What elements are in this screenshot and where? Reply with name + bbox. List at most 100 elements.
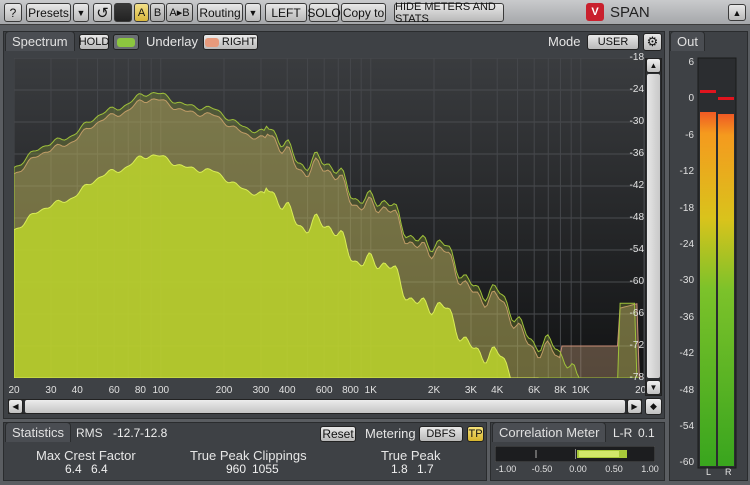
true-peak-toggle[interactable]: TP xyxy=(467,426,484,442)
underlay-color-icon xyxy=(204,37,219,47)
scroll-down-button[interactable]: ▼ xyxy=(646,380,661,395)
x-tick-label: 20 xyxy=(8,385,20,396)
chevron-down-icon: ▼ xyxy=(248,7,258,18)
level-meter-svg xyxy=(697,57,737,469)
hold-color-swatch[interactable] xyxy=(113,34,139,50)
chevron-down-icon: ▼ xyxy=(76,7,86,18)
clippings-left-value: 960 xyxy=(226,462,247,476)
correlation-pair-label: L-R xyxy=(613,426,633,440)
crest-left-value: 6.4 xyxy=(65,462,82,476)
routing-dropdown-button[interactable]: ▼ xyxy=(245,3,261,22)
help-icon: ? xyxy=(9,5,17,20)
scroll-up-button[interactable]: ▲ xyxy=(646,58,661,73)
x-tick-label: 60 xyxy=(108,385,120,396)
zoom-reset-button[interactable]: ◆ xyxy=(645,398,662,415)
solo-button[interactable]: SOLO xyxy=(307,3,341,22)
horizontal-scroll-thumb[interactable] xyxy=(25,400,625,413)
out-tick-label: -24 xyxy=(679,239,694,250)
y-tick-label: -30 xyxy=(629,116,644,127)
undo-icon: ↺ xyxy=(96,4,109,22)
underlay-right-button[interactable]: RIGHT xyxy=(203,34,258,50)
vertical-scroll-thumb[interactable] xyxy=(647,74,660,378)
presets-button[interactable]: Presets xyxy=(26,3,71,22)
out-tick-label: -6 xyxy=(685,129,694,141)
right-meter-bar xyxy=(718,114,734,466)
y-tick-label: -78 xyxy=(629,372,644,383)
spectrum-svg xyxy=(14,58,644,378)
correlation-tick-label: -1.00 xyxy=(495,464,517,474)
arrow-up-icon: ▲ xyxy=(649,61,658,70)
x-tick-label: 300 xyxy=(252,385,270,396)
help-button[interactable]: ? xyxy=(4,3,22,22)
y-tick-label: -42 xyxy=(629,180,644,191)
gear-icon: ⚙ xyxy=(646,34,659,49)
correlation-tick-label: -0.50 xyxy=(531,464,553,474)
x-tick-label: 2K xyxy=(427,385,441,396)
right-channel-label: R xyxy=(725,467,732,477)
correlation-tick-label: 0.00 xyxy=(569,464,587,474)
x-tick-label: 400 xyxy=(278,385,296,396)
out-tick-label: 6 xyxy=(688,57,694,68)
y-tick-label: -60 xyxy=(629,276,644,287)
clippings-right-value: 1055 xyxy=(252,462,279,476)
x-tick-label: 800 xyxy=(342,385,359,396)
undo-button[interactable]: ↺ xyxy=(93,3,112,22)
x-tick-label: 1K xyxy=(364,385,377,396)
scroll-right-button[interactable]: ▶ xyxy=(627,399,642,414)
out-tick-label: -42 xyxy=(679,348,694,360)
out-tick-label: -54 xyxy=(679,421,694,432)
metering-select[interactable]: DBFS xyxy=(419,426,463,442)
preset-b-button[interactable]: B xyxy=(150,3,165,22)
collapse-button[interactable]: ▲ xyxy=(728,4,746,21)
preset-a-button[interactable]: A xyxy=(134,3,149,22)
clippings-label: True Peak Clippings xyxy=(190,448,307,463)
mode-select[interactable]: USER xyxy=(587,34,639,50)
scroll-left-button[interactable]: ◀ xyxy=(8,399,23,414)
correlation-tab[interactable]: Correlation Meter xyxy=(492,422,607,442)
diamond-icon: ◆ xyxy=(650,401,657,411)
toolbar: ? Presets ▼ ↺ A B A▸B Routing ▼ LEFT SOL… xyxy=(0,0,750,25)
copy-to-button[interactable]: Copy to xyxy=(341,3,386,22)
rms-left-value: -12.7 xyxy=(113,426,141,440)
routing-button[interactable]: Routing xyxy=(197,3,243,22)
hide-meters-button[interactable]: HIDE METERS AND STATS xyxy=(394,1,504,25)
correlation-meter-svg xyxy=(495,446,655,462)
x-tick-label: 80 xyxy=(134,385,146,396)
hold-button[interactable]: HOLD xyxy=(79,34,109,50)
reset-button[interactable]: Reset xyxy=(320,426,356,442)
presets-dropdown-button[interactable]: ▼ xyxy=(73,3,89,22)
logo: V SPAN xyxy=(586,3,650,21)
spectrum-tab[interactable]: Spectrum xyxy=(5,31,75,51)
underlay-label: Underlay xyxy=(146,34,199,49)
rms-right-value: -12.8 xyxy=(140,426,168,440)
x-tick-label: 30 xyxy=(45,385,57,396)
underlay-right-label: RIGHT xyxy=(221,36,257,48)
out-tab[interactable]: Out xyxy=(670,31,705,51)
correlation-tick-label: 1.00 xyxy=(641,464,659,474)
chevron-up-icon: ▲ xyxy=(732,7,742,18)
out-tick-label: -36 xyxy=(679,311,694,323)
out-tick-label: -60 xyxy=(679,457,694,469)
out-tick-label: -12 xyxy=(679,166,694,178)
right-peak-marker xyxy=(718,97,734,100)
left-channel-label: L xyxy=(706,467,712,477)
spectrum-plot[interactable] xyxy=(14,58,644,378)
redo-button[interactable] xyxy=(114,3,132,22)
settings-button[interactable]: ⚙ xyxy=(643,33,662,51)
metering-label: Metering xyxy=(365,426,416,441)
arrow-down-icon: ▼ xyxy=(649,383,658,392)
true-peak-right-value: 1.7 xyxy=(417,462,434,476)
y-tick-label: -18 xyxy=(629,52,644,63)
x-tick-label: 200 xyxy=(215,385,233,396)
y-tick-label: -66 xyxy=(629,308,644,319)
arrow-right-icon: ▶ xyxy=(631,402,638,411)
left-channel-button[interactable]: LEFT xyxy=(265,3,307,22)
statistics-tab[interactable]: Statistics xyxy=(5,422,72,442)
hold-color-icon xyxy=(117,37,135,47)
correlation-tick-label: 0.50 xyxy=(605,464,623,474)
copy-a-to-b-button[interactable]: A▸B xyxy=(166,3,193,22)
x-tick-label: 6K xyxy=(528,385,541,396)
y-tick-label: -24 xyxy=(629,84,644,95)
mode-label: Mode xyxy=(548,34,581,49)
out-tick-label: -48 xyxy=(679,384,694,396)
